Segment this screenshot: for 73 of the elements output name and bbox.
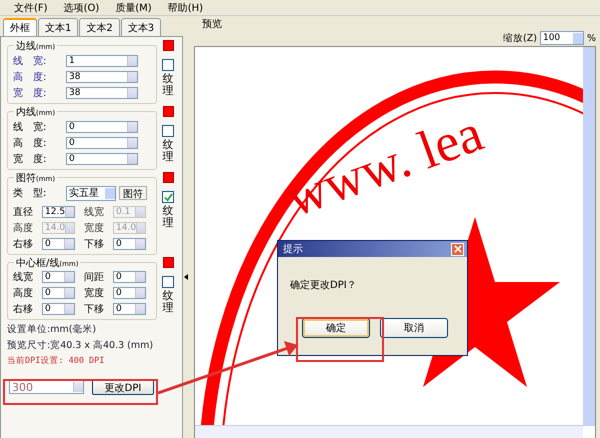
field-label: 高 度: bbox=[13, 136, 48, 150]
collapse-arrow-icon[interactable] bbox=[184, 274, 188, 280]
zoom-dropdown[interactable]: 100 bbox=[540, 31, 584, 45]
field-label: 高 度: bbox=[13, 70, 48, 84]
checkbox-label: 纹理 bbox=[162, 290, 174, 314]
info-text: 预览尺寸:宽40.3 x 高40.3 (mm) bbox=[7, 339, 154, 352]
field-label: 右移 bbox=[13, 238, 34, 251]
checkbox-label: 纹理 bbox=[162, 205, 174, 230]
checkbox[interactable] bbox=[162, 125, 174, 137]
field-label: 间距 bbox=[84, 271, 105, 284]
dialog-button[interactable]: 取消 bbox=[380, 318, 448, 338]
tab[interactable]: 文本2 bbox=[79, 18, 120, 36]
field-label: 宽度 bbox=[84, 286, 105, 300]
color-swatch[interactable] bbox=[162, 40, 174, 51]
close-icon[interactable] bbox=[451, 242, 464, 256]
menu-item[interactable]: 质量(M) bbox=[115, 0, 152, 14]
spin-field[interactable]: 0 bbox=[42, 238, 75, 250]
dialog-title: 提示 bbox=[283, 243, 303, 256]
checkbox[interactable] bbox=[162, 276, 174, 288]
field-label: 高度 bbox=[13, 222, 34, 235]
spin-field[interactable]: 12.5 bbox=[42, 206, 75, 218]
checkbox[interactable] bbox=[162, 191, 174, 203]
spin-field[interactable]: 38 bbox=[66, 87, 138, 99]
vertical-scrollbar[interactable] bbox=[583, 47, 595, 426]
spin-field[interactable]: 0 bbox=[42, 303, 75, 315]
spin-field[interactable]: 0 bbox=[66, 137, 138, 149]
field-label: 线 宽: bbox=[13, 54, 48, 68]
spin-field[interactable]: 38 bbox=[66, 71, 138, 83]
field-label: 右移 bbox=[13, 303, 34, 316]
spin-field[interactable]: 0 bbox=[113, 303, 146, 315]
tab[interactable]: 外框 bbox=[3, 18, 37, 36]
field-label: 线 宽: bbox=[13, 120, 48, 134]
info-text: 设置单位:mm(毫米) bbox=[7, 323, 98, 336]
field-label: 下移 bbox=[84, 238, 105, 251]
spin-field[interactable]: 1 bbox=[66, 55, 138, 67]
dpi-status: 当前DPI设置: 400 DPI bbox=[7, 355, 106, 367]
horizontal-scrollbar[interactable] bbox=[195, 425, 583, 438]
spin-field[interactable]: 0 bbox=[42, 287, 75, 299]
field-label: 线宽 bbox=[84, 206, 105, 219]
field-label: 下移 bbox=[84, 303, 105, 316]
field-label: 类 型: bbox=[13, 186, 48, 200]
menu-item[interactable]: 选项(O) bbox=[64, 0, 100, 14]
checkbox-label: 纹理 bbox=[162, 139, 174, 164]
color-swatch[interactable] bbox=[162, 172, 174, 183]
zoom-label: 缩放(Z) bbox=[503, 32, 537, 44]
field-label: 高度 bbox=[13, 286, 34, 300]
type-dropdown[interactable]: 实五星 bbox=[66, 186, 116, 200]
preview-title: 预览 bbox=[201, 20, 223, 30]
checkbox-label: 纹理 bbox=[162, 73, 174, 98]
menu-item[interactable]: 文件(F) bbox=[14, 0, 48, 14]
field-label: 宽 度: bbox=[13, 152, 48, 166]
menu-item[interactable]: 帮助(H) bbox=[168, 0, 204, 14]
percent-label: % bbox=[586, 32, 596, 44]
spin-field[interactable]: 0 bbox=[113, 238, 146, 250]
checkbox[interactable] bbox=[162, 59, 174, 71]
spin-field[interactable]: 0 bbox=[66, 121, 138, 133]
tab[interactable]: 文本1 bbox=[38, 18, 78, 36]
dialog-message: 确定更改DPI？ bbox=[289, 278, 358, 293]
tab[interactable]: 文本3 bbox=[120, 18, 162, 36]
symbol-button[interactable]: 图符 bbox=[119, 186, 147, 200]
color-swatch[interactable] bbox=[162, 106, 174, 117]
stamp-text: www. lea bbox=[278, 102, 490, 228]
dpi-field[interactable]: 300 bbox=[9, 380, 84, 394]
spin-field[interactable]: 0 bbox=[113, 271, 146, 283]
spin-field[interactable]: 0 bbox=[66, 153, 138, 165]
field-label: 宽 度: bbox=[13, 86, 48, 100]
field-label: 线宽 bbox=[13, 270, 34, 284]
field-label: 直径 bbox=[13, 206, 34, 219]
field-label: 宽度 bbox=[84, 222, 105, 235]
color-swatch[interactable] bbox=[162, 257, 174, 268]
spin-field[interactable]: 0 bbox=[42, 271, 75, 283]
dialog-button[interactable]: 确定 bbox=[302, 318, 370, 338]
spin-field[interactable]: 0 bbox=[113, 287, 146, 299]
